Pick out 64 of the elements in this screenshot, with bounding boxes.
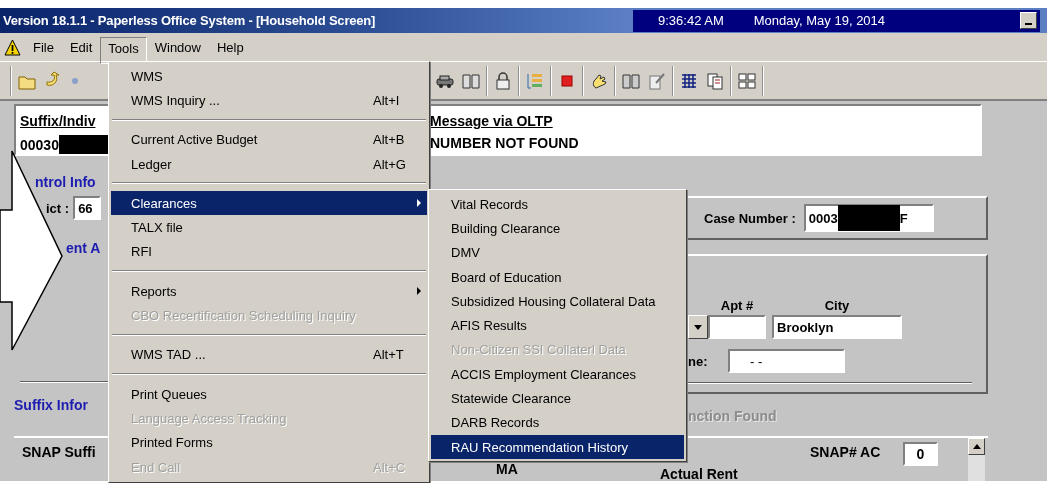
menu-item[interactable]: WMS TAD ... Alt+T — [111, 342, 427, 367]
section-heading: Suffix Infor — [14, 397, 89, 413]
menu-item[interactable]: File — [25, 35, 62, 59]
scrollbar[interactable] — [968, 438, 985, 481]
menu-item[interactable]: DARB Records — [431, 410, 684, 435]
padlock-icon[interactable] — [493, 70, 513, 91]
menu-item[interactable]: Printed Forms — [111, 430, 427, 455]
field-label: City — [823, 297, 851, 313]
menu-item[interactable]: TALX file — [111, 215, 427, 240]
menu-item[interactable]: ACCIS Employment Clearances — [431, 362, 684, 387]
menu-item[interactable]: DMV — [431, 240, 684, 265]
section-heading: ent A — [66, 240, 102, 256]
menu-item[interactable]: Ledger Alt+G — [111, 151, 427, 177]
menu-item[interactable]: Board of Education — [431, 264, 684, 290]
input-field[interactable] — [708, 315, 766, 339]
menu-item[interactable]: Clearances — [111, 191, 427, 216]
submenu-arrow-icon — [417, 287, 421, 296]
clock-date: Monday, May 19, 2014 — [753, 13, 886, 28]
message-text: NUMBER NOT FOUND — [430, 135, 579, 151]
submenu-arrow-icon — [417, 199, 421, 208]
menu-item[interactable]: RFI — [111, 239, 427, 265]
menu-item[interactable]: Subsidized Housing Collateral Data — [431, 289, 684, 314]
field-label: ne: — [688, 353, 708, 369]
menu-item[interactable]: Help — [208, 35, 252, 59]
minimize-button[interactable] — [1020, 12, 1037, 29]
menu-item[interactable]: Vital Records — [431, 192, 684, 217]
menu-item[interactable]: WMS Inquiry ... Alt+I — [111, 88, 427, 113]
input-field[interactable]: Brooklyn — [772, 315, 902, 339]
field-label: Case Number : — [704, 210, 796, 226]
menu-item[interactable]: RAU Recommendation History — [431, 434, 684, 460]
redaction-mark — [837, 205, 900, 231]
input-field[interactable]: 66 — [73, 196, 102, 220]
menu-item[interactable]: WMS — [111, 64, 427, 89]
column-header: Suffix/Indiv — [20, 113, 96, 129]
caret-icon — [694, 324, 702, 330]
documents-icon[interactable] — [705, 70, 725, 91]
section-heading: ntrol Info — [35, 174, 97, 190]
window-title: Version 18.1.1 - Paperless Office System - [Household Screen] — [2, 13, 376, 28]
field-label: Apt # — [719, 297, 755, 313]
redaction-mark — [58, 135, 110, 154]
menu-item[interactable]: Reports — [111, 279, 427, 304]
menu-item[interactable]: Edit — [61, 35, 101, 59]
menu-item[interactable]: Current Active Budget Alt+B — [111, 127, 427, 152]
field-label: Actual Rent — [660, 466, 738, 481]
status-text: nction Found — [688, 408, 778, 424]
message-heading: Message via OLTP — [430, 113, 554, 129]
menu-item[interactable]: Building Clearance — [431, 216, 684, 241]
input-field[interactable]: - - — [728, 349, 845, 373]
layout-icon[interactable] — [737, 70, 757, 91]
menu-item[interactable]: Window — [146, 35, 209, 59]
column-header: SNAP Suffi — [21, 443, 96, 460]
menu-item[interactable]: AFIS Results — [431, 313, 684, 338]
scroll-up-button[interactable] — [968, 438, 985, 455]
clock-time: 9:36:42 AM — [658, 13, 724, 28]
menu-item[interactable]: Statewide Clearance — [431, 386, 684, 411]
menu-item[interactable]: Print Queues — [111, 381, 427, 407]
warning-icon — [4, 38, 21, 56]
input-field[interactable]: 0 — [903, 442, 938, 466]
column-header: MA — [496, 461, 518, 477]
field-label: ict : — [46, 200, 70, 216]
dropdown-button[interactable] — [688, 315, 708, 339]
id-value: 00030 — [20, 136, 59, 153]
input-field[interactable]: 0003 F — [803, 204, 934, 232]
field-label: SNAP# AC — [810, 443, 881, 460]
